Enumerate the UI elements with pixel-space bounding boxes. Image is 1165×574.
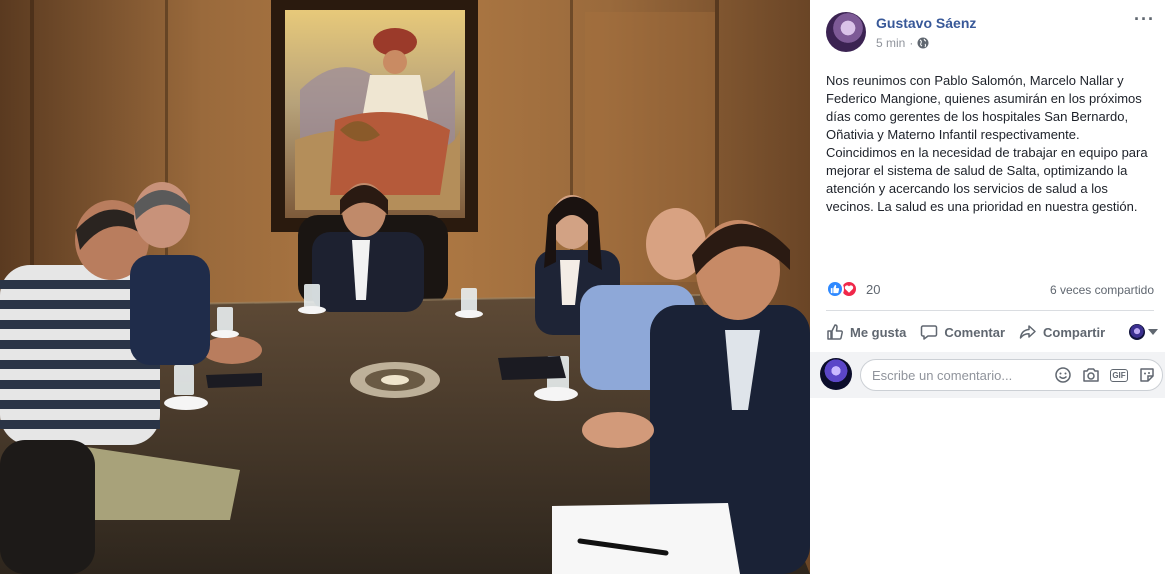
meta-separator: ·: [909, 36, 914, 50]
user-mini-avatar: [1129, 324, 1145, 340]
comment-input[interactable]: [872, 360, 1042, 390]
meeting-photo-image: [0, 0, 810, 574]
comment-box[interactable]: GIF: [860, 359, 1163, 391]
comment-button[interactable]: Comentar: [920, 323, 1005, 341]
like-button-label: Me gusta: [850, 324, 907, 340]
post-timestamp[interactable]: 5 min: [876, 36, 905, 50]
reactions-summary[interactable]: 20 6 veces compartido: [826, 280, 1154, 300]
share-button[interactable]: Compartir: [1019, 323, 1105, 341]
like-reaction-icon: [826, 280, 844, 298]
like-button[interactable]: Me gusta: [826, 323, 906, 341]
share-icon: [1019, 325, 1036, 339]
post-actions: Me gusta Comentar Compartir: [826, 318, 1158, 346]
more-options-icon[interactable]: ···: [1134, 10, 1156, 28]
emoji-icon[interactable]: [1054, 366, 1072, 384]
gif-icon-label: GIF: [1110, 368, 1128, 382]
camera-icon[interactable]: [1082, 366, 1100, 384]
divider-top: [826, 310, 1154, 311]
author-avatar[interactable]: [826, 12, 866, 52]
comment-composer: GIF: [810, 352, 1165, 398]
thumbs-up-icon: [827, 324, 843, 340]
sticker-icon[interactable]: [1138, 366, 1156, 384]
reaction-count[interactable]: 20: [866, 282, 880, 297]
post-photo[interactable]: [0, 0, 810, 574]
reaction-audience-selector[interactable]: [1129, 324, 1158, 340]
post-meta: 5 min ·: [876, 36, 929, 50]
gif-icon[interactable]: GIF: [1110, 366, 1128, 384]
current-user-avatar[interactable]: [820, 358, 852, 390]
author-name[interactable]: Gustavo Sáenz: [876, 15, 976, 31]
post-text: Nos reunimos con Pablo Salomón, Marcelo …: [826, 73, 1148, 214]
globe-icon[interactable]: [917, 37, 929, 49]
share-button-label: Compartir: [1043, 324, 1106, 340]
comment-button-label: Comentar: [944, 324, 1006, 340]
post-side-panel: Gustavo Sáenz 5 min · ··· Nos reunimos c…: [810, 0, 1165, 574]
chevron-down-icon: [1148, 329, 1158, 335]
comment-tools: GIF: [1054, 366, 1156, 384]
post-header: Gustavo Sáenz 5 min · ···: [826, 10, 1156, 52]
share-count[interactable]: 6 veces compartido: [1050, 283, 1154, 297]
reaction-icons[interactable]: [826, 280, 858, 298]
comment-icon: [921, 325, 938, 340]
